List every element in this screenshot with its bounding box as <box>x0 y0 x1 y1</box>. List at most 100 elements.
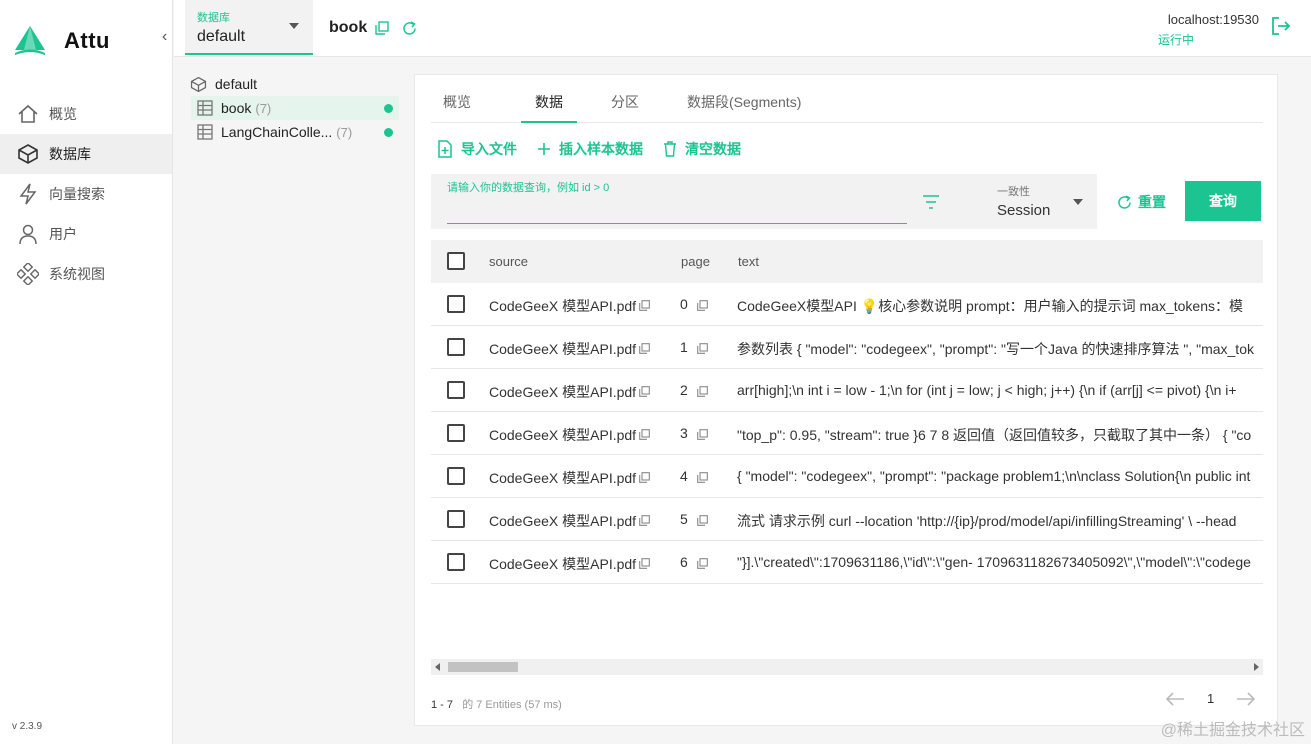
sidebar-item-system-view[interactable]: 系统视图 <box>0 254 172 294</box>
pagination-summary: 的 7 Entities (57 ms) <box>462 699 562 711</box>
row-checkbox[interactable] <box>447 424 465 442</box>
lightning-icon <box>19 183 37 205</box>
copy-icon[interactable] <box>639 470 650 486</box>
tab-segments[interactable]: 数据段(Segments) <box>687 92 801 112</box>
sidebar-item-users[interactable]: 用户 <box>0 214 172 254</box>
query-button[interactable]: 查询 <box>1185 181 1261 221</box>
pagination-info: 1 - 7 的 7 Entities (57 ms) <box>431 696 562 712</box>
table-row[interactable]: CodeGeeX 模型API.pdf 3 "top_p": 0.95, "strea… <box>431 412 1263 455</box>
sidebar-item-label: 数据库 <box>49 146 91 162</box>
copy-icon[interactable] <box>639 341 650 357</box>
app-name: Attu <box>64 28 110 53</box>
tab-data[interactable]: 数据 <box>535 92 563 112</box>
consistency-select[interactable]: 一致性 Session <box>981 174 1097 229</box>
clear-data-label: 清空数据 <box>685 141 741 157</box>
database-select[interactable]: 数据库 default <box>185 0 313 55</box>
copy-icon[interactable] <box>697 298 708 314</box>
scroll-right-icon[interactable] <box>1254 663 1259 671</box>
tab-bar: 概览 数据 分区 数据段(Segments) <box>431 75 1263 123</box>
collection-title: book <box>329 19 368 36</box>
cell-source: CodeGeeX 模型API.pdf <box>489 513 637 529</box>
row-checkbox[interactable] <box>447 381 465 399</box>
horizontal-scrollbar[interactable] <box>431 659 1263 675</box>
import-file-button[interactable]: 导入文件 <box>437 139 517 159</box>
cell-text: "top_p": 0.95, "stream": true }6 7 8 返回值… <box>737 427 1252 443</box>
clear-data-button[interactable]: 清空数据 <box>663 139 741 159</box>
column-header-source[interactable]: source <box>489 254 528 269</box>
row-checkbox[interactable] <box>447 553 465 571</box>
copy-icon[interactable] <box>639 298 650 314</box>
collection-tree: default book (7) LangChainColle... (7) <box>187 72 399 144</box>
arrow-right-icon[interactable] <box>1236 691 1256 706</box>
sidebar-item-overview[interactable]: 概览 <box>0 94 172 134</box>
chevron-down-icon <box>1073 199 1083 205</box>
row-checkbox[interactable] <box>447 295 465 313</box>
copy-icon[interactable] <box>639 513 650 529</box>
app-logo[interactable]: Attu <box>12 24 110 58</box>
chevron-down-icon <box>289 23 299 29</box>
copy-icon[interactable] <box>375 21 389 35</box>
table-row[interactable]: CodeGeeX 模型API.pdf 2 arr[high];\n int i = … <box>431 369 1263 412</box>
arrow-left-icon[interactable] <box>1165 691 1185 706</box>
data-toolbar: 导入文件 插入样本数据 清空数据 <box>437 139 761 159</box>
cell-text: 流式 请求示例󠀠 curl --location 'http://{ip}/pr… <box>737 513 1237 529</box>
copy-icon[interactable] <box>697 384 708 400</box>
table-row[interactable]: CodeGeeX 模型API.pdf 4 { "model": "codegeex"… <box>431 455 1263 498</box>
sidebar-nav: 概览 数据库 向量搜索 用户 系统视图 <box>0 94 172 294</box>
row-checkbox[interactable] <box>447 510 465 528</box>
copy-icon[interactable] <box>697 470 708 486</box>
column-header-page[interactable]: page <box>681 254 710 269</box>
sidebar-item-label: 系统视图 <box>49 266 105 282</box>
tree-item-book[interactable]: book (7) <box>191 96 399 120</box>
refresh-icon[interactable] <box>402 21 417 36</box>
top-header: 数据库 default book localhost:19530 运行中 <box>174 0 1311 57</box>
sidebar-item-database[interactable]: 数据库 <box>0 134 172 174</box>
watermark: @稀土掘金技术社区 <box>1160 722 1305 739</box>
row-checkbox[interactable] <box>447 467 465 485</box>
copy-icon[interactable] <box>697 341 708 357</box>
cell-text: { "model": "codegeex", "prompt": "packag… <box>737 468 1251 484</box>
copy-icon[interactable] <box>697 513 708 529</box>
home-icon <box>18 104 38 123</box>
column-header-text[interactable]: text <box>738 254 759 269</box>
query-input-underline <box>447 223 907 224</box>
row-checkbox[interactable] <box>447 338 465 356</box>
insert-sample-label: 插入样本数据 <box>559 141 643 157</box>
system-view-icon <box>17 263 39 285</box>
copy-icon[interactable] <box>639 384 650 400</box>
query-input[interactable]: 请输入你的数据查询，例如 id > 0 <box>447 179 609 195</box>
copy-icon[interactable] <box>639 427 650 443</box>
scroll-left-icon[interactable] <box>435 663 440 671</box>
reset-button[interactable]: 重置 <box>1117 192 1166 212</box>
cell-source: CodeGeeX 模型API.pdf <box>489 384 637 400</box>
table-row[interactable]: CodeGeeX 模型API.pdf 0 CodeGeeX󠀠模型API󠀠 💡核心参数… <box>431 283 1263 326</box>
collapse-sidebar-icon[interactable]: ‹ <box>162 28 167 46</box>
database-icon <box>190 76 207 92</box>
tree-item-count: (7) <box>336 124 353 140</box>
tab-overview[interactable]: 概览 <box>443 92 471 112</box>
table-row[interactable]: CodeGeeX 模型API.pdf 6 "}].\"created\":17096… <box>431 541 1263 584</box>
copy-icon[interactable] <box>697 556 708 572</box>
server-status: 运行中 <box>1157 33 1194 47</box>
sidebar-item-vector-search[interactable]: 向量搜索 <box>0 174 172 214</box>
logout-icon[interactable] <box>1271 16 1291 36</box>
sidebar: Attu ‹ 概览 数据库 向量搜索 用户 系统视图 v 2.3.9 <box>0 0 173 744</box>
filter-icon[interactable] <box>922 194 940 210</box>
select-all-checkbox[interactable] <box>447 252 465 270</box>
tab-partitions[interactable]: 分区 <box>611 92 639 112</box>
database-icon <box>18 144 38 164</box>
table-row[interactable]: CodeGeeX 模型API.pdf 5 流式 请求示例󠀠 curl --locat… <box>431 498 1263 541</box>
loaded-status-dot <box>384 104 393 113</box>
cell-text: arr[high];\n int i = low - 1;\n for (int… <box>737 382 1237 398</box>
loaded-status-dot <box>384 128 393 137</box>
tree-root-database[interactable]: default <box>187 72 399 96</box>
insert-sample-button[interactable]: 插入样本数据 <box>537 139 643 159</box>
copy-icon[interactable] <box>639 556 650 572</box>
tree-item-count: (7) <box>255 100 272 116</box>
table-row[interactable]: CodeGeeX 模型API.pdf 1 参数列表󠀠 { "model": "cod… <box>431 326 1263 369</box>
copy-icon[interactable] <box>697 427 708 443</box>
scrollbar-thumb[interactable] <box>448 662 518 672</box>
tree-item-langchain[interactable]: LangChainColle... (7) <box>191 120 399 144</box>
cell-page: 4 <box>680 468 688 484</box>
cell-source: CodeGeeX 模型API.pdf <box>489 470 637 486</box>
